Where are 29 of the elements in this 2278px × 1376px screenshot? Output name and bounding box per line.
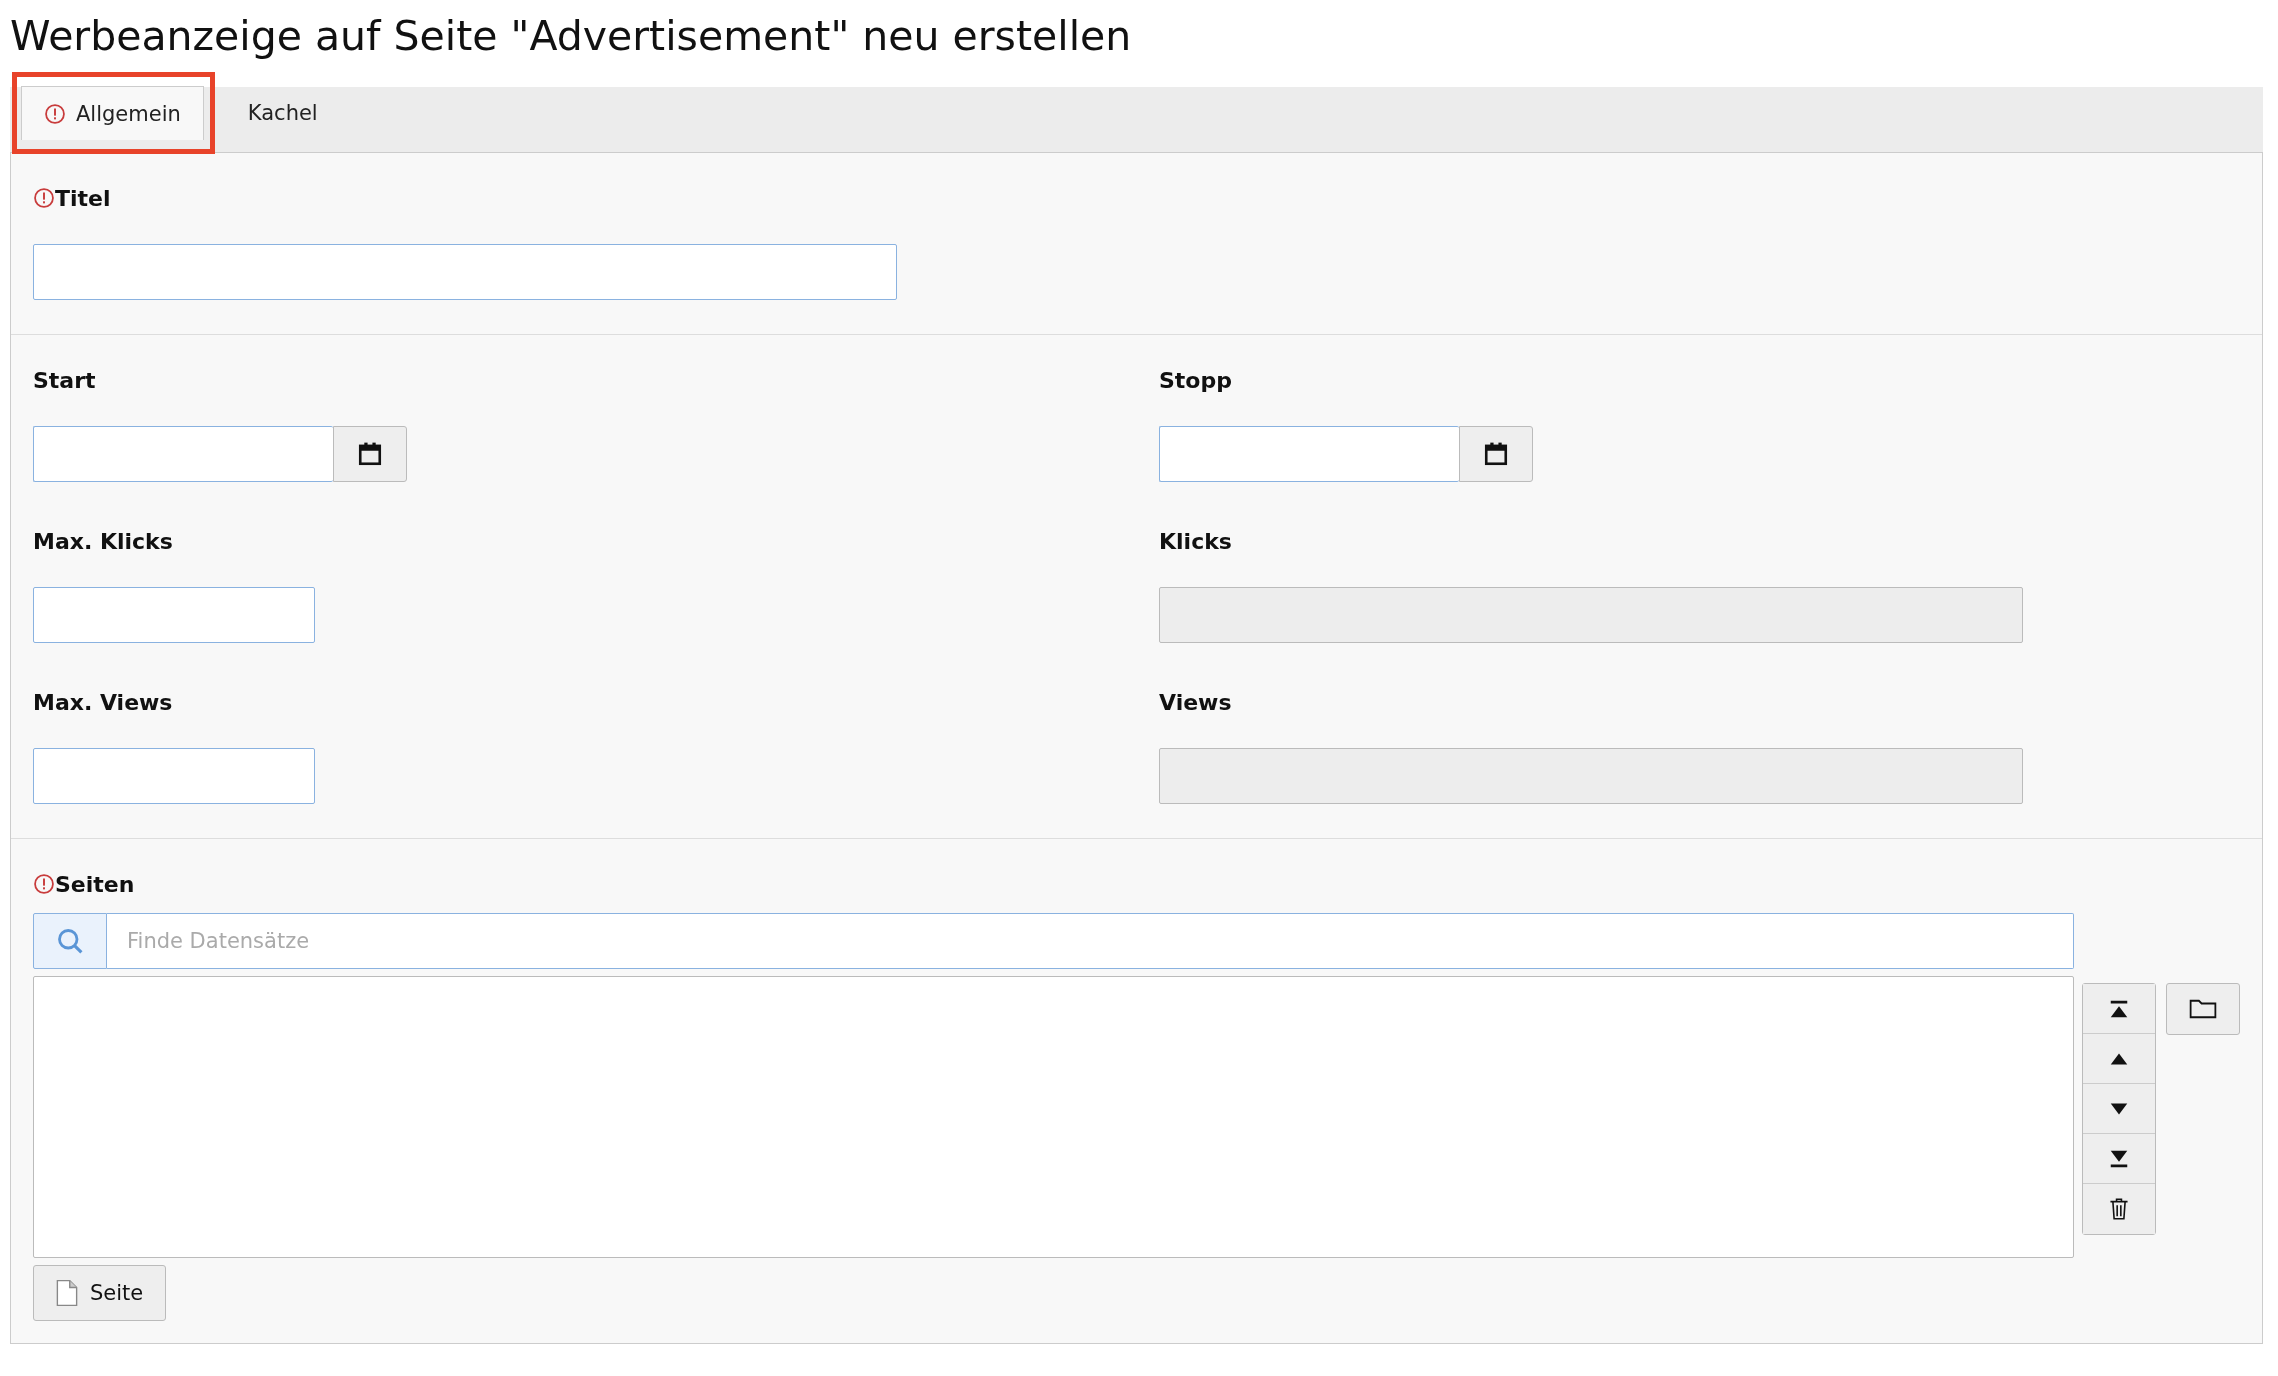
field-label: Seiten	[55, 871, 135, 897]
field-label: Start	[33, 367, 96, 393]
number-input[interactable]	[33, 587, 315, 643]
tab[interactable]: Kachel	[225, 86, 340, 140]
calendar-icon	[1483, 441, 1509, 467]
field-label: Stopp	[1159, 367, 1232, 393]
move-top-button[interactable]	[2083, 984, 2155, 1034]
trash-icon	[2108, 1198, 2130, 1220]
error-icon	[44, 102, 66, 125]
field-label: Max. Klicks	[33, 528, 173, 554]
tab[interactable]: Allgemein	[21, 86, 204, 140]
search-icon	[56, 927, 84, 955]
field-label: Titel	[55, 185, 111, 211]
calendar-icon	[357, 441, 383, 467]
add-page-button[interactable]: Seite	[33, 1265, 167, 1321]
page-title: Werbeanzeige auf Seite "Advertisement" neu erstellen	[10, 11, 1133, 62]
date-input[interactable]	[1159, 426, 1459, 482]
number-input[interactable]	[33, 748, 315, 804]
field-label: Max. Views	[33, 689, 173, 715]
browse-button[interactable]	[2166, 983, 2240, 1035]
search-input[interactable]: Finde Datensätze	[107, 913, 2074, 969]
field-label: Klicks	[1159, 528, 1232, 554]
title-input[interactable]	[33, 244, 897, 300]
document-icon	[56, 1279, 78, 1307]
date-input[interactable]	[33, 426, 333, 482]
field-label: Views	[1159, 689, 1232, 715]
calendar-button[interactable]	[333, 426, 407, 482]
calendar-button[interactable]	[1459, 426, 1533, 482]
folder-icon	[2189, 998, 2217, 1020]
